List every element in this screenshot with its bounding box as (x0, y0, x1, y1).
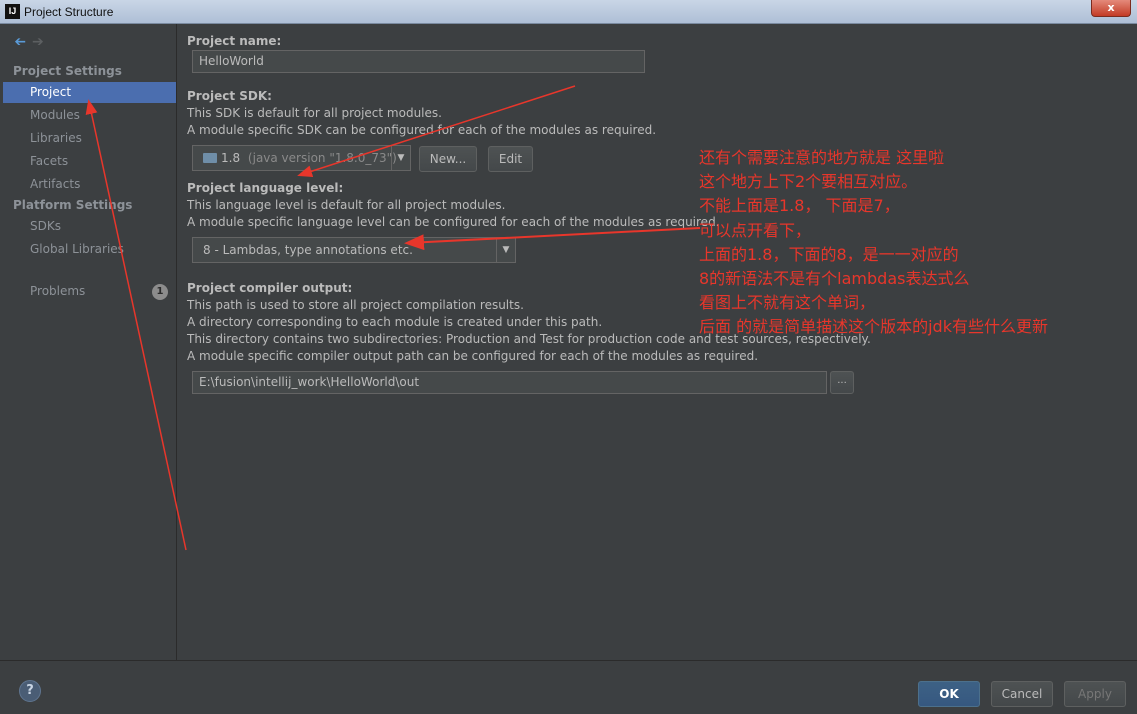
chevron-down-icon: ▼ (391, 146, 410, 170)
cancel-button[interactable]: Cancel (991, 681, 1053, 707)
compiler-output-desc-4: A module specific compiler output path c… (187, 349, 759, 363)
project-sdk-desc-1: This SDK is default for all project modu… (187, 106, 442, 120)
language-level-value: 8 - Lambdas, type annotations etc. (203, 243, 413, 257)
sidebar-item-modules[interactable]: Modules (3, 105, 176, 126)
project-sdk-label: Project SDK: (187, 89, 272, 103)
sidebar-item-problems[interactable]: Problems 1 (3, 281, 176, 302)
project-sdk-select[interactable]: 1.8 (java version "1.8.0_73") ▼ (192, 145, 411, 171)
language-level-label: Project language level: (187, 181, 344, 195)
language-level-desc-2: A module specific language level can be … (187, 215, 720, 229)
project-settings-panel: Project name: HelloWorld Project SDK: Th… (178, 24, 1137, 660)
annotation-line: 后面 的就是简单描述这个版本的jdk有些什么更新 (699, 317, 1048, 337)
project-name-label: Project name: (187, 34, 282, 48)
intellij-app-icon: IJ (5, 4, 20, 19)
sidebar-item-libraries[interactable]: Libraries (3, 128, 176, 149)
forward-arrow-icon[interactable]: ➔ (32, 34, 48, 50)
sidebar-item-problems-label: Problems (30, 284, 86, 298)
window-close-button[interactable]: x (1091, 0, 1131, 17)
sidebar-item-facets[interactable]: Facets (3, 151, 176, 172)
annotation-line: 可以点开看下， (699, 220, 812, 240)
help-icon[interactable]: ? (19, 680, 41, 702)
sdk-version: 1.8 (221, 151, 241, 165)
sidebar: ➔ ➔ Project Settings Project Modules Libr… (0, 24, 177, 660)
annotation-line: 不能上面是1.8， 下面是7， (699, 196, 900, 216)
window-title-bar: IJ Project Structure x (0, 0, 1137, 24)
sdk-new-button[interactable]: New... (419, 146, 477, 172)
annotation-line: 这个地方上下2个要相互对应。 (699, 172, 918, 192)
annotation-line: 上面的1.8，下面的8，是一一对应的 (699, 244, 959, 264)
sdk-edit-button[interactable]: Edit (488, 146, 533, 172)
project-name-input[interactable]: HelloWorld (192, 50, 645, 73)
language-level-desc-1: This language level is default for all p… (187, 198, 506, 212)
compiler-output-label: Project compiler output: (187, 281, 353, 295)
compiler-output-path-input[interactable]: E:\fusion\intellij_work\HelloWorld\out (192, 371, 827, 394)
window-title: Project Structure (24, 5, 114, 19)
project-settings-header: Project Settings (13, 64, 122, 78)
project-sdk-desc-2: A module specific SDK can be configured … (187, 123, 657, 137)
annotation-line: 还有个需要注意的地方就是 这里啦 (699, 148, 945, 167)
compiler-output-desc-2: A directory corresponding to each module… (187, 315, 603, 329)
platform-settings-header: Platform Settings (13, 198, 133, 212)
sidebar-item-artifacts[interactable]: Artifacts (3, 174, 176, 195)
chevron-down-icon: ▼ (496, 238, 515, 262)
browse-folder-button[interactable]: ... (830, 371, 854, 394)
sidebar-item-sdks[interactable]: SDKs (3, 216, 176, 237)
annotation-line: 8的新语法不是有个lambdas表达式么 (699, 268, 970, 288)
sdk-version-detail: (java version "1.8.0_73") (247, 151, 397, 165)
ok-button[interactable]: OK (918, 681, 980, 707)
dialog-footer: ? OK Cancel Apply (0, 660, 1137, 714)
nav-arrows: ➔ ➔ (10, 34, 48, 50)
annotation-note: 还有个需要注意的地方就是 这里啦 这个地方上下2个要相互对应。 不能上面是1.8… (699, 146, 1048, 340)
sidebar-item-project[interactable]: Project (3, 82, 176, 103)
back-arrow-icon[interactable]: ➔ (10, 34, 26, 50)
sidebar-item-global-libraries[interactable]: Global Libraries (3, 239, 176, 260)
language-level-select[interactable]: 8 - Lambdas, type annotations etc. ▼ (192, 237, 516, 263)
sdk-folder-icon (203, 153, 217, 163)
apply-button[interactable]: Apply (1064, 681, 1126, 707)
annotation-line: 看图上不就有这个单词， (699, 293, 876, 313)
problems-count-badge: 1 (152, 284, 168, 300)
compiler-output-desc-1: This path is used to store all project c… (187, 298, 524, 312)
